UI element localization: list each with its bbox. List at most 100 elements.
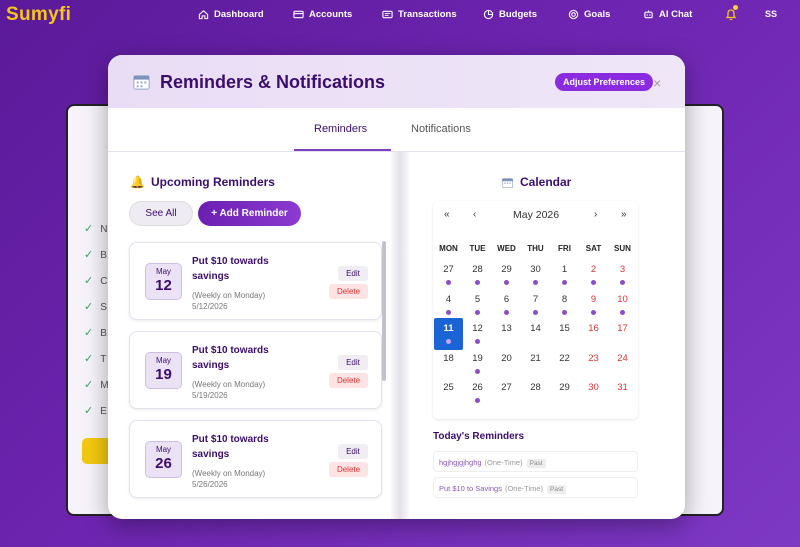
day-number: 3 [619,264,626,275]
calendar-day[interactable]: 27 [434,259,463,291]
month-label[interactable]: May 2026 [513,209,559,221]
calendar-day[interactable]: 14 [521,318,550,350]
delete-button[interactable]: Delete [329,373,368,388]
calendar-day[interactable]: 24 [608,348,637,380]
calendar-day[interactable]: 1 [550,259,579,291]
calendar-day[interactable]: 22 [550,348,579,380]
tab-notifications[interactable]: Notifications [411,123,471,135]
reminder-dot [620,280,625,285]
calendar-day[interactable]: 16 [579,318,608,350]
reminder-day: 19 [155,366,172,383]
calendar-day[interactable]: 10 [608,289,637,321]
calendar-day[interactable]: 18 [434,348,463,380]
calendar-day[interactable]: 6 [492,289,521,321]
calendar-day[interactable]: 12 [463,318,492,350]
calendar-day[interactable]: 21 [521,348,550,380]
day-number: 29 [501,264,512,275]
user-avatar[interactable]: SS [765,9,777,19]
calendar-day[interactable]: 9 [579,289,608,321]
calendar-day[interactable]: 2 [579,259,608,291]
today-reminder-item[interactable]: hgjhgjgjhghg (One-Time) Past [433,451,638,472]
nav-transactions[interactable]: Transactions [382,9,457,20]
nav-accounts[interactable]: Accounts [293,9,352,20]
next-month-button[interactable]: › [594,209,597,220]
add-reminder-button[interactable]: + Add Reminder [198,201,301,226]
nav-budgets[interactable]: Budgets [483,9,537,20]
calendar-day[interactable]: 26 [463,377,492,409]
reminder-month: May [155,445,172,454]
reminder-meta: (Weekly on Monday) 5/26/2026 [192,469,266,489]
calendar-day[interactable]: 20 [492,348,521,380]
edit-button[interactable]: Edit [338,266,368,281]
day-number: 20 [501,352,512,364]
reminder-card[interactable]: May 26 Put $10 towards savings (Weekly o… [129,420,382,498]
nav-label: Transactions [398,9,457,20]
edit-button[interactable]: Edit [338,444,368,459]
nav-ai-chat[interactable]: AI Chat [643,9,692,20]
calendar-day-today[interactable]: 11 [434,318,463,350]
calendar-day[interactable]: 29 [492,259,521,291]
calendar-day[interactable]: 25 [434,377,463,409]
calendar-day[interactable]: 28 [521,377,550,409]
upcoming-reminders-heading: 🔔 Upcoming Reminders [130,175,275,189]
today-item-type: (One-Time) [484,458,523,467]
reminders-scrollbar[interactable] [382,241,386,381]
calendar-day[interactable]: 17 [608,318,637,350]
weekday-header: THU [527,244,544,253]
prev-month-button[interactable]: ‹ [473,209,476,220]
reminder-card[interactable]: May 12 Put $10 towards savings (Weekly o… [129,242,382,320]
calendar-day[interactable]: 30 [579,377,608,409]
active-tab-indicator [294,149,391,151]
close-icon[interactable]: × [653,75,661,91]
weekday-header: SUN [614,244,631,253]
calendar-day[interactable]: 23 [579,348,608,380]
today-item-title: Put $10 to Savings [439,484,502,493]
reminder-dot [591,280,596,285]
nav-goals[interactable]: Goals [568,9,610,20]
reminder-dot [504,309,509,315]
adjust-preferences-button[interactable]: Adjust Preferences [555,73,654,91]
reminder-dot [620,309,625,315]
calendar-day[interactable]: 30 [521,259,550,291]
calendar-day[interactable]: 19 [463,348,492,380]
edit-button[interactable]: Edit [338,355,368,370]
day-number: 28 [530,382,541,393]
calendar-day[interactable]: 27 [492,377,521,409]
calendar-day[interactable]: 7 [521,289,550,321]
day-number: 10 [617,293,628,305]
calendar-day[interactable]: 5 [463,289,492,321]
delete-button[interactable]: Delete [329,462,368,477]
first-page-button[interactable]: « [444,209,450,220]
see-all-button[interactable]: See All [129,201,193,226]
calendar-day[interactable]: 31 [608,377,637,409]
reminder-dot [533,280,538,285]
reminder-month: May [155,356,172,365]
last-page-button[interactable]: » [621,209,627,220]
calendar-day[interactable]: 8 [550,289,579,321]
delete-button[interactable]: Delete [329,284,368,299]
calendar-day[interactable]: 28 [463,259,492,291]
reminder-meta: (Weekly on Monday) 5/19/2026 [192,380,266,400]
day-number: 24 [617,352,628,364]
day-number: 13 [501,323,512,334]
brand-logo[interactable]: Sumyfi [6,4,71,26]
today-reminder-item[interactable]: Put $10 to Savings (One-Time) Past [433,477,638,498]
calendar-day[interactable]: 3 [608,259,637,291]
day-number: 16 [588,323,599,334]
modal-tabs: Reminders Notifications [108,110,685,152]
reminder-dot [446,339,451,344]
reminder-card[interactable]: May 19 Put $10 towards savings (Weekly o… [129,331,382,409]
nav-dashboard[interactable]: Dashboard [198,9,264,20]
calendar-day[interactable]: 4 [434,289,463,321]
calendar-day[interactable]: 15 [550,318,579,350]
tab-reminders[interactable]: Reminders [314,123,367,135]
top-navbar: Sumyfi Dashboard Accounts Transactions B… [0,0,800,32]
calendar-icon [501,177,514,188]
day-number: 28 [472,264,483,275]
calendar-day[interactable]: 29 [550,377,579,409]
reminder-dot [446,309,451,315]
calendar-day[interactable]: 13 [492,318,521,350]
day-number: 25 [443,382,454,393]
reminder-date-badge: May 12 [145,263,182,300]
day-number: 26 [472,382,483,393]
